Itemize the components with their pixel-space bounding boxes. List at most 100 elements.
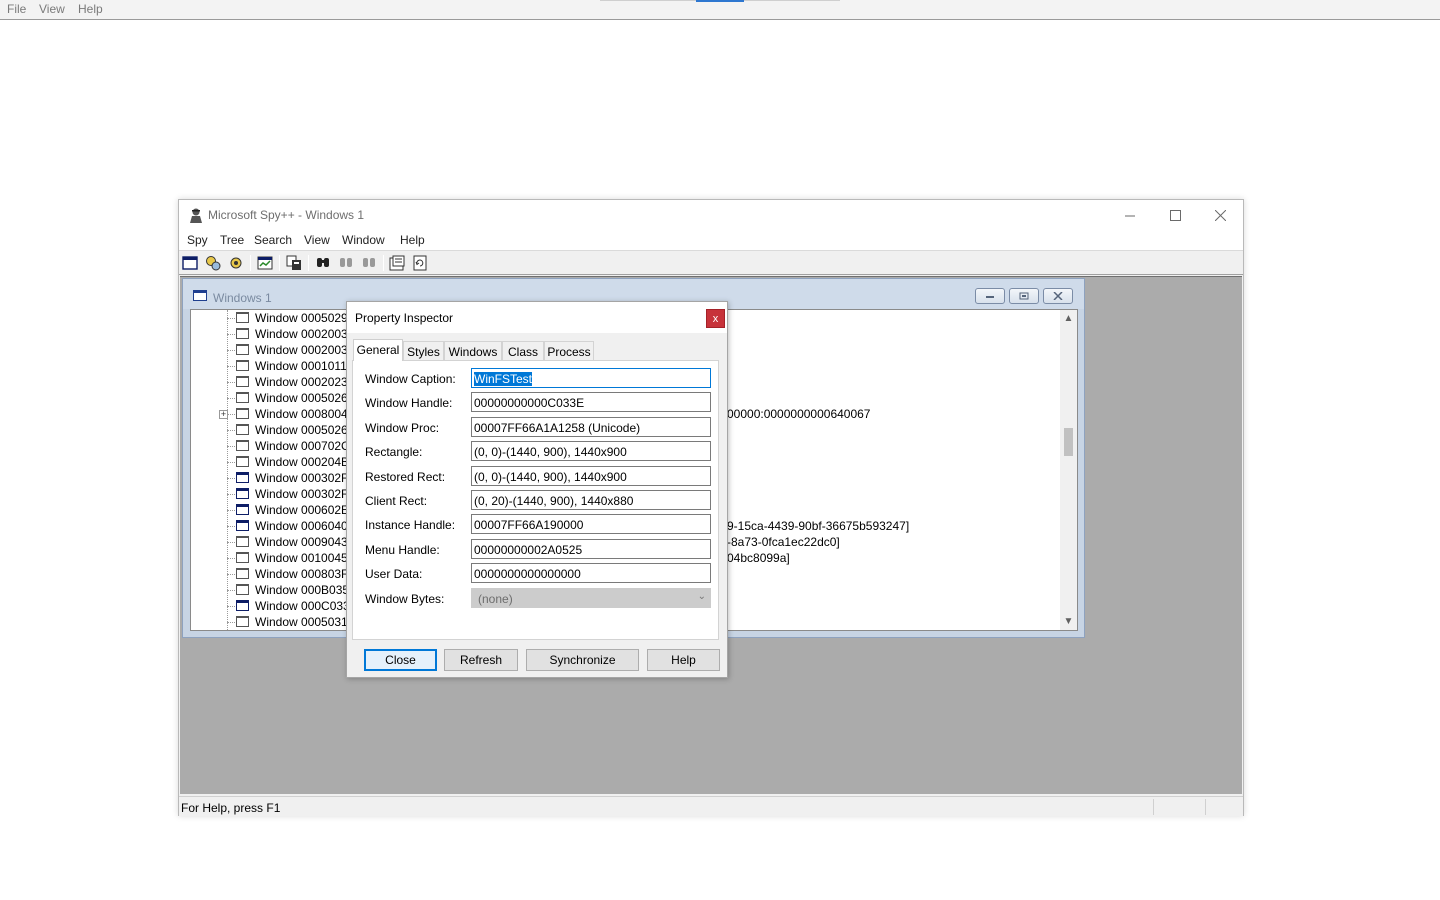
- tree-item-label: Window 0006040C: [255, 519, 357, 533]
- properties-icon[interactable]: [388, 254, 406, 272]
- window-icon: [236, 552, 249, 563]
- close-icon: [1053, 292, 1063, 300]
- tab-process[interactable]: Process: [544, 341, 594, 360]
- messages-icon[interactable]: [256, 254, 274, 272]
- processes-icon[interactable]: [204, 254, 222, 272]
- refresh-icon[interactable]: [411, 254, 429, 272]
- instance-handle-label: Instance Handle:: [365, 518, 456, 532]
- close-dialog-button[interactable]: Close: [364, 649, 437, 671]
- child-restore-button[interactable]: [1009, 288, 1039, 304]
- tab-styles[interactable]: Styles: [403, 341, 444, 360]
- user-data-field[interactable]: 0000000000000000: [471, 563, 711, 583]
- synchronize-button[interactable]: Synchronize: [526, 649, 639, 671]
- tree-item[interactable]: Window 000B0350: [191, 582, 356, 598]
- restored-rect-field[interactable]: (0, 0)-(1440, 900), 1440x900: [471, 466, 711, 486]
- instance-handle-field[interactable]: 00007FF66A190000: [471, 514, 711, 534]
- windows-icon[interactable]: [181, 254, 199, 272]
- menu-tree[interactable]: Tree: [220, 233, 244, 247]
- tree-item[interactable]: + Window 0008004E: [191, 406, 356, 422]
- tree-item[interactable]: Window 00020034: [191, 342, 354, 358]
- tree-vertical-scrollbar[interactable]: ▲ ▼: [1060, 310, 1077, 630]
- property-inspector-dialog: Property Inspector x General Styles Wind…: [346, 301, 728, 678]
- top-menu-help[interactable]: Help: [78, 2, 103, 16]
- threads-icon[interactable]: [227, 254, 245, 272]
- window-icon: [236, 600, 249, 611]
- top-menubar: File View Help: [0, 0, 1440, 20]
- background-detail-text: 00000:0000000000640067: [727, 407, 871, 421]
- tree-item[interactable]: Window 0005026C: [191, 390, 356, 406]
- tree-item[interactable]: Window 000702C0: [191, 438, 356, 454]
- menu-handle-field[interactable]: 00000000002A0525: [471, 539, 711, 559]
- minimize-icon: [1124, 215, 1135, 216]
- log-messages-icon[interactable]: [285, 254, 303, 272]
- tree-item[interactable]: Window 000204B6: [191, 454, 356, 470]
- help-button[interactable]: Help: [647, 649, 720, 671]
- restore-icon: [1019, 292, 1029, 300]
- tree-item[interactable]: Window 0005029A: [191, 310, 356, 326]
- tree-item[interactable]: Window 000C033E: [191, 598, 358, 614]
- dialog-title-bar[interactable]: Property Inspector x: [347, 302, 727, 333]
- menu-help[interactable]: Help: [400, 233, 425, 247]
- scroll-thumb[interactable]: [1064, 428, 1073, 456]
- find-window-icon[interactable]: [314, 254, 332, 272]
- menu-spy[interactable]: Spy: [187, 233, 208, 247]
- tab-class[interactable]: Class: [502, 341, 544, 360]
- window-icon: [236, 440, 249, 451]
- tab-general[interactable]: General: [353, 339, 403, 361]
- tree-item[interactable]: Window 0006040C: [191, 518, 356, 534]
- child-close-button[interactable]: [1043, 288, 1073, 304]
- maximize-button[interactable]: [1152, 200, 1198, 230]
- tree-item[interactable]: Window 000302F0: [191, 486, 355, 502]
- tree-item[interactable]: Window 00050310: [191, 614, 354, 630]
- tree-item[interactable]: Window 00090436: [191, 534, 355, 550]
- tree-item-label: Window 00090436: [255, 535, 355, 549]
- window-caption-field[interactable]: WinFSTest: [471, 368, 711, 388]
- window-icon: [236, 392, 249, 403]
- find-prev-icon[interactable]: [360, 254, 378, 272]
- tree-item[interactable]: Window 00020236: [191, 374, 354, 390]
- refresh-button[interactable]: Refresh: [444, 649, 518, 671]
- client-rect-label: Client Rect:: [365, 494, 428, 508]
- close-icon: [1214, 209, 1226, 221]
- toolbar: [179, 251, 1243, 275]
- tree-item[interactable]: Window 000803F8: [191, 566, 355, 582]
- rectangle-field[interactable]: (0, 0)-(1440, 900), 1440x900: [471, 441, 711, 461]
- tree-item[interactable]: Window 00010112: [191, 358, 354, 374]
- dialog-close-button[interactable]: x: [706, 309, 725, 328]
- client-rect-field[interactable]: (0, 20)-(1440, 900), 1440x880: [471, 490, 711, 510]
- tab-windows[interactable]: Windows: [444, 341, 502, 360]
- window-bytes-dropdown: (none) ⌄: [471, 588, 711, 608]
- scroll-down-icon[interactable]: ▼: [1060, 613, 1077, 630]
- expand-plus-icon[interactable]: +: [219, 410, 228, 419]
- find-next-icon[interactable]: [337, 254, 355, 272]
- tree-item[interactable]: Window 000302F8: [191, 470, 355, 486]
- tree-item-label: Window 000302F0: [255, 487, 356, 501]
- top-menu-file[interactable]: File: [7, 2, 26, 16]
- window-handle-field[interactable]: 00000000000C033E: [471, 392, 711, 412]
- window-icon: [236, 488, 249, 499]
- child-minimize-button[interactable]: [975, 288, 1005, 304]
- menu-search[interactable]: Search: [254, 233, 292, 247]
- menu-view[interactable]: View: [304, 233, 330, 247]
- tree-item[interactable]: Window 00020032: [191, 326, 354, 342]
- window-icon: [236, 520, 249, 531]
- tree-item-label: Window 000C033E: [255, 599, 358, 613]
- tree-item-label: Window 0005026C: [255, 391, 357, 405]
- title-bar[interactable]: Microsoft Spy++ - Windows 1: [179, 200, 1243, 230]
- tree-item[interactable]: Window 0010045A: [191, 550, 356, 566]
- dialog-title: Property Inspector: [355, 311, 454, 325]
- tree-item[interactable]: Window 00050264: [191, 422, 354, 438]
- background-detail-text: 04bc8099a]: [727, 551, 790, 565]
- tree-item-label: Window 0010045A: [255, 551, 356, 565]
- window-icon: [236, 504, 249, 515]
- tree-item-label: Window 000302F8: [255, 471, 356, 485]
- minimize-button[interactable]: [1107, 200, 1153, 230]
- status-text: For Help, press F1: [181, 801, 281, 815]
- scroll-up-icon[interactable]: ▲: [1060, 310, 1077, 327]
- close-button[interactable]: [1197, 200, 1243, 230]
- window-proc-field[interactable]: 00007FF66A1A1258 (Unicode): [471, 417, 711, 437]
- top-menu-view[interactable]: View: [39, 2, 65, 16]
- tree-item[interactable]: Window 000602EE: [191, 502, 357, 518]
- menu-window[interactable]: Window: [342, 233, 385, 247]
- window-icon: [236, 344, 249, 355]
